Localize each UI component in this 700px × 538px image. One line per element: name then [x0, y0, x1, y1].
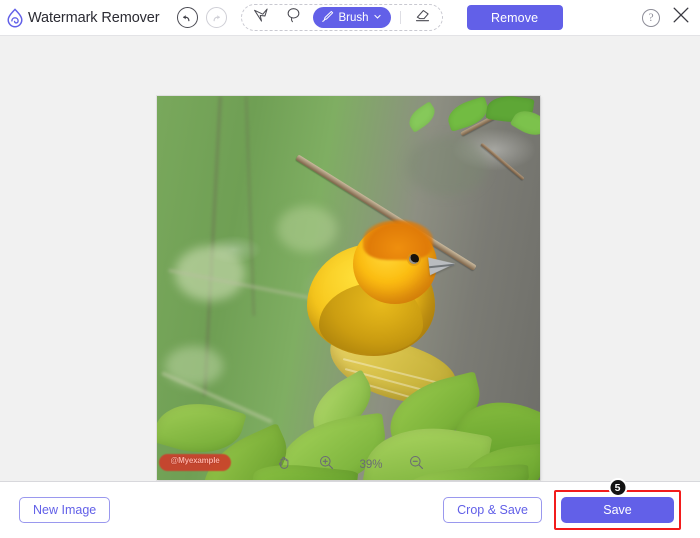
- header-right-controls: ?: [642, 0, 691, 35]
- brand: Watermark Remover: [0, 0, 160, 35]
- save-button-highlight: 5 Save: [554, 478, 681, 530]
- background-blur-shape: [277, 206, 337, 252]
- brush-label: Brush: [338, 11, 369, 24]
- remove-button[interactable]: Remove: [466, 5, 563, 30]
- new-image-button[interactable]: New Image: [19, 497, 111, 523]
- bird-eye: [409, 254, 419, 264]
- water-drop-logo-icon: [4, 7, 26, 29]
- zoom-out-icon: [408, 454, 425, 476]
- help-button[interactable]: ?: [642, 8, 660, 27]
- tool-cluster: Brush: [240, 4, 443, 31]
- tool-divider: [399, 11, 401, 24]
- zoom-toolbar: 39%: [0, 448, 700, 481]
- polygonal-lasso-tool[interactable]: [249, 6, 274, 29]
- app-footer: New Image Crop & Save 5 Save: [0, 478, 700, 538]
- photo-background: @Myexample: [157, 96, 540, 480]
- background-blur-shape: [407, 136, 487, 196]
- new-image-label: New Image: [33, 503, 97, 517]
- lasso-tool[interactable]: [281, 6, 306, 29]
- close-x-icon: [671, 7, 691, 29]
- remove-button-label: Remove: [490, 10, 539, 25]
- leaf-sprig: [444, 96, 492, 132]
- leaf-sprig: [404, 101, 440, 133]
- undo-button[interactable]: [176, 7, 198, 28]
- canvas-area[interactable]: @Myexample 39%: [0, 36, 700, 482]
- crop-and-save-label: Crop & Save: [457, 503, 528, 517]
- zoom-out-button[interactable]: [406, 455, 426, 475]
- chevron-down-icon[interactable]: [373, 12, 382, 24]
- bird-crown: [363, 220, 433, 260]
- polygonal-lasso-icon: [252, 6, 271, 30]
- zoom-level-label: 39%: [359, 458, 383, 471]
- crop-and-save-button[interactable]: Crop & Save: [443, 497, 542, 523]
- eraser-icon: [413, 6, 432, 30]
- zoom-in-button[interactable]: [316, 455, 336, 475]
- image-canvas[interactable]: @Myexample: [157, 96, 540, 480]
- help-button-label: ?: [648, 11, 654, 24]
- brush-tool-button[interactable]: Brush: [312, 7, 391, 28]
- lasso-icon: [284, 6, 303, 30]
- footer-actions: Crop & Save 5 Save: [443, 478, 681, 530]
- history-controls: [176, 7, 227, 28]
- zoom-in-icon: [318, 454, 335, 476]
- eraser-tool[interactable]: [410, 6, 435, 29]
- watermark-remover-window: Watermark Remover Brush Remove ? @Myexam…: [0, 0, 700, 538]
- redo-button[interactable]: [205, 7, 227, 28]
- save-button[interactable]: Save: [561, 497, 674, 523]
- hand-tool-button[interactable]: [274, 455, 294, 475]
- step-badge: 5: [608, 478, 627, 497]
- save-button-label: Save: [603, 503, 632, 517]
- brush-icon: [320, 9, 335, 27]
- hand-tool-icon: [276, 454, 293, 476]
- app-title: Watermark Remover: [28, 9, 160, 26]
- twig: [480, 142, 525, 181]
- app-header: Watermark Remover Brush Remove ?: [0, 0, 700, 36]
- close-button[interactable]: [671, 5, 691, 30]
